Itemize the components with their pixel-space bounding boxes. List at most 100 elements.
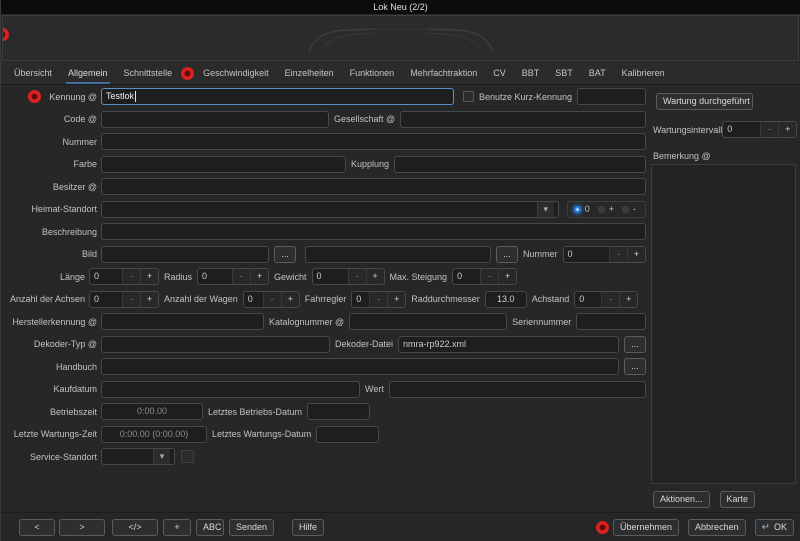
tab-uebersicht[interactable]: Übersicht [6,63,60,84]
radio-zero[interactable] [573,205,582,214]
minus-button[interactable]: - [480,269,498,284]
minus-button[interactable]: - [232,269,250,284]
kennung-field[interactable]: Testlok [101,88,454,105]
letztes-wartungs-datum-field[interactable] [316,426,379,443]
chevron-down-icon[interactable]: ▾ [153,449,170,464]
dekoder-datei-field[interactable]: nmra-rp922.xml [398,336,619,353]
plus-button[interactable]: + [498,269,516,284]
heimat-standort-combobox[interactable]: ▾ [101,201,559,218]
code-view-button[interactable]: </> [112,519,158,536]
tab-kalibrieren[interactable]: Kalibrieren [614,63,673,84]
plus-button[interactable]: + [140,292,158,307]
back-button[interactable]: < [19,519,55,536]
row-bild: Bild ... ... Nummer 0 - + [1,246,651,263]
plus-button[interactable]: + [140,269,158,284]
anzahl-achsen-value[interactable]: 0 [90,292,122,307]
row-besitzer: Besitzer @ [1,178,651,195]
letztes-betriebs-datum-field[interactable] [307,403,370,420]
minus-button[interactable]: - [263,292,281,307]
minus-button[interactable]: - [601,292,619,307]
herstellerkennung-field[interactable] [101,313,264,330]
abc-button[interactable]: ABC [196,519,224,536]
wartungsintervall-value[interactable]: 0 [723,122,760,137]
plus-button[interactable]: + [619,292,637,307]
abbrechen-button[interactable]: Abbrechen [688,519,746,536]
wartung-durchgefuehrt-button[interactable]: Wartung durchgeführt [656,93,753,110]
nummer-field[interactable] [101,133,646,150]
anzahl-achsen-spinner: 0 - + [89,291,159,308]
hilfe-button[interactable]: Hilfe [292,519,324,536]
katalognummer-label: Katalognummer @ [269,317,344,327]
laenge-value[interactable]: 0 [90,269,122,284]
tab-allgemein[interactable]: Allgemein [60,63,116,84]
heimat-standort-label: Heimat-Standort [1,204,101,214]
minus-button[interactable]: - [760,122,778,137]
bild-browse-button-1[interactable]: ... [274,246,296,263]
radio-minus[interactable] [621,205,630,214]
tab-mehrfachtraktion[interactable]: Mehrfachtraktion [402,63,485,84]
tab-bbt[interactable]: BBT [514,63,548,84]
raddurchmesser-field[interactable]: 13.0 [485,291,527,308]
plus-button[interactable]: + [281,292,299,307]
radius-value[interactable]: 0 [198,269,232,284]
gesellschaft-field[interactable] [400,111,646,128]
katalognummer-field[interactable] [349,313,507,330]
uebernehmen-button[interactable]: Übernehmen [613,519,679,536]
fahrregler-value[interactable]: 0 [352,292,369,307]
senden-button[interactable]: Senden [229,519,274,536]
plus-button[interactable]: + [387,292,405,307]
bild-browse-button-2[interactable]: ... [496,246,518,263]
plus-button[interactable]: + [627,247,645,262]
plus-button[interactable]: + [778,122,796,137]
code-field[interactable] [101,111,329,128]
annotation-badge-icon [28,90,41,103]
tab-schnittstelle[interactable]: Schnittstelle [116,63,181,84]
tab-funktionen[interactable]: Funktionen [342,63,403,84]
nummer-label: Nummer [1,137,101,147]
gewicht-value[interactable]: 0 [313,269,348,284]
farbe-field[interactable] [101,156,346,173]
tab-einzelheiten[interactable]: Einzelheiten [277,63,342,84]
minus-button[interactable]: - [369,292,387,307]
plus-button[interactable]: + [250,269,268,284]
handbuch-browse-button[interactable]: ... [624,358,646,375]
seriennummer-field[interactable] [576,313,646,330]
tab-cv[interactable]: CV [485,63,514,84]
dekoder-typ-field[interactable] [101,336,330,353]
add-button[interactable]: + [163,519,191,536]
minus-button[interactable]: - [122,292,140,307]
minus-button[interactable]: - [122,269,140,284]
achstand-value[interactable]: 0 [575,292,601,307]
minus-button[interactable]: - [609,247,627,262]
kaufdatum-field[interactable] [101,381,360,398]
bemerkung-textarea[interactable] [651,164,796,484]
max-steigung-label: Max. Steigung [390,272,448,282]
aktionen-button[interactable]: Aktionen... [653,491,710,508]
plus-button[interactable]: + [366,269,384,284]
chevron-down-icon[interactable]: ▾ [537,202,554,217]
tab-geschwindigkeit[interactable]: Geschwindigkeit [195,63,277,84]
dekoder-datei-browse-button[interactable]: ... [624,336,646,353]
besitzer-field[interactable] [101,178,646,195]
bild-nummer-value[interactable]: 0 [564,247,609,262]
karte-button[interactable]: Karte [720,491,756,508]
radio-plus[interactable] [597,205,606,214]
kurz-kennung-field[interactable] [577,88,646,105]
minus-button[interactable]: - [348,269,366,284]
wert-field[interactable] [389,381,646,398]
forward-button[interactable]: > [59,519,105,536]
max-steigung-value[interactable]: 0 [453,269,480,284]
anzahl-wagen-value[interactable]: 0 [244,292,263,307]
kupplung-field[interactable] [394,156,646,173]
ok-button[interactable]: ↵OK [755,519,794,536]
titlebar[interactable]: Lok Neu (2/2) [1,0,800,14]
tab-bat[interactable]: BAT [581,63,614,84]
tab-sbt[interactable]: SBT [547,63,581,84]
beschreibung-field[interactable] [101,223,646,240]
bild-field-1[interactable] [101,246,269,263]
kurz-kennung-checkbox[interactable] [463,91,474,102]
service-standort-combobox[interactable]: ▾ [101,448,175,465]
handbuch-field[interactable] [101,358,619,375]
bild-field-2[interactable] [305,246,491,263]
row-code: Code @ Gesellschaft @ [1,111,651,128]
